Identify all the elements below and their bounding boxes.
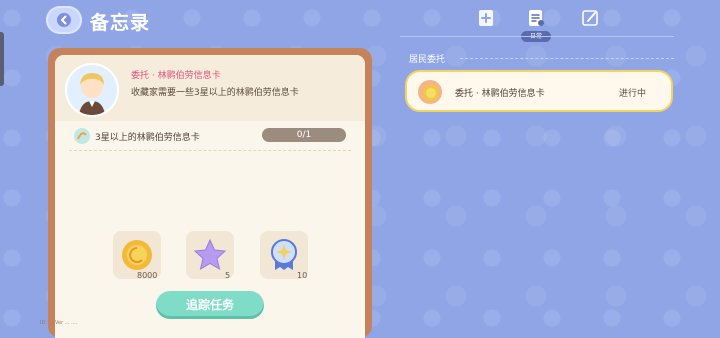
- request-detail-card: 委托 · 林鹮伯劳信息卡 收藏家需要一些3星以上的林鹮伯劳信息卡 3星以上的林鹮…: [48, 48, 372, 338]
- back-arrow-icon: [57, 13, 71, 27]
- tab-add-note[interactable]: [476, 8, 496, 28]
- left-edge-handle: [0, 32, 4, 86]
- request-title: 委托 · 林鹮伯劳信息卡: [131, 71, 221, 81]
- request-name: 委托 · 林鹮伯劳信息卡: [455, 89, 545, 99]
- daily-note-icon: [529, 10, 544, 26]
- gold-coin-icon: [122, 240, 152, 270]
- page-title: 备忘录: [90, 12, 151, 34]
- add-note-icon: [479, 10, 493, 26]
- section-title-resident-requests: 居民委托: [409, 55, 446, 65]
- card-collection-icon: [74, 128, 90, 144]
- back-button[interactable]: [46, 6, 82, 34]
- avatar: [65, 63, 119, 117]
- reward-badge-count: 10: [297, 271, 308, 280]
- request-description: 收藏家需要一些3星以上的林鹮伯劳信息卡: [131, 88, 299, 98]
- objective-divider: [69, 150, 351, 151]
- objective-text: 3星以上的林鹮伯劳信息卡: [95, 133, 200, 143]
- tab-edit-note[interactable]: [580, 8, 600, 28]
- version-footer: ID: ... Ver ... ....: [40, 320, 78, 326]
- list-item-request[interactable]: 委托 · 林鹮伯劳信息卡 进行中: [405, 70, 673, 112]
- objective-progress: 0/1: [262, 128, 346, 142]
- track-task-button[interactable]: 追踪任务: [156, 291, 264, 319]
- section-divider: [460, 58, 674, 59]
- request-status: 进行中: [619, 89, 647, 99]
- blue-badge-icon: [271, 239, 297, 270]
- tabs-divider: [400, 36, 674, 37]
- tab-daily[interactable]: [526, 8, 546, 28]
- reward-star-count: 5: [225, 271, 231, 280]
- character-portrait-icon: [67, 65, 117, 115]
- coin-medal-icon: [418, 80, 442, 104]
- purple-star-icon: [193, 238, 227, 271]
- edit-note-icon: [582, 10, 598, 26]
- card-inner: 委托 · 林鹮伯劳信息卡 收藏家需要一些3星以上的林鹮伯劳信息卡 3星以上的林鹮…: [55, 55, 365, 338]
- reward-gold-count: 8000: [137, 271, 158, 280]
